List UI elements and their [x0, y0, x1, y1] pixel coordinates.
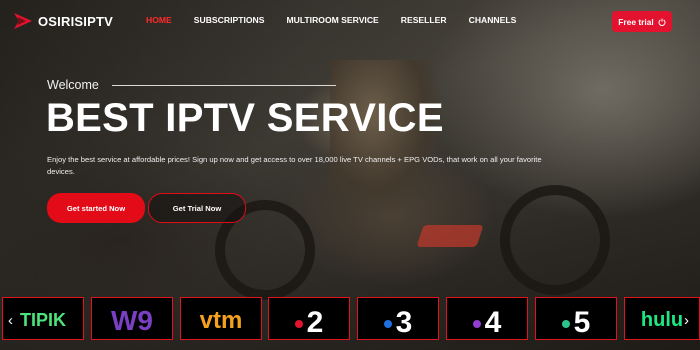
france-3-logo: 3 [384, 306, 413, 337]
svg-text:3: 3 [396, 306, 413, 337]
france-5-logo: 5 [562, 306, 591, 337]
svg-text:2: 2 [307, 306, 324, 337]
hero-description: Enjoy the best service at affordable pri… [47, 155, 542, 176]
nav-item-reseller[interactable]: RESELLER [401, 15, 447, 25]
motorbike-front-wheel [500, 185, 610, 295]
channel-tile-vtm[interactable]: vtm [180, 297, 262, 340]
logo-mark-icon [14, 13, 32, 29]
welcome-text: Welcome [47, 78, 99, 92]
welcome-row: Welcome [47, 78, 336, 92]
w9-logo: W9 [111, 305, 153, 336]
free-trial-button[interactable]: Free trial [612, 11, 672, 32]
chevron-right-icon[interactable]: › [684, 313, 689, 328]
vtm-logo: vtm [200, 307, 243, 334]
nav-item-home[interactable]: HOME [146, 15, 172, 25]
channel-carousel: TIPIK W9 vtm 2 3 4 5 hulu [0, 297, 700, 340]
logo-text: OSIRISIPTV [38, 13, 113, 29]
channel-tile-w9[interactable]: W9 [91, 297, 173, 340]
motorbike-fender [416, 225, 484, 247]
svg-text:W9: W9 [111, 305, 153, 336]
channel-tile-france-2[interactable]: 2 [268, 297, 350, 340]
get-started-button[interactable]: Get started Now [47, 193, 145, 223]
france-4-logo: 4 [473, 306, 502, 337]
channel-tile-france-4[interactable]: 4 [446, 297, 528, 340]
svg-text:hulu: hulu [641, 309, 683, 331]
svg-text:TIPIK: TIPIK [20, 310, 66, 330]
channel-tile-france-3[interactable]: 3 [357, 297, 439, 340]
nav-item-channels[interactable]: CHANNELS [469, 15, 517, 25]
tipik-logo: TIPIK [20, 310, 66, 330]
power-icon [658, 18, 666, 26]
svg-text:5: 5 [574, 306, 591, 337]
free-trial-label: Free trial [618, 16, 654, 27]
svg-text:vtm: vtm [200, 307, 243, 334]
chevron-left-icon[interactable]: ‹ [8, 313, 13, 328]
svg-text:4: 4 [485, 306, 502, 337]
site-logo[interactable]: OSIRISIPTV [12, 8, 142, 34]
channel-tile-france-5[interactable]: 5 [535, 297, 617, 340]
get-trial-button[interactable]: Get Trial Now [148, 193, 246, 223]
nav-item-subscriptions[interactable]: SUBSCRIPTIONS [194, 15, 265, 25]
hero-title: BEST IPTV SERVICE [46, 96, 444, 140]
channel-tile-tipik[interactable]: TIPIK [2, 297, 84, 340]
site-header: OSIRISIPTV HOME SUBSCRIPTIONS MULTIROOM … [0, 0, 700, 46]
welcome-divider [111, 84, 336, 86]
france-2-logo: 2 [295, 306, 324, 337]
nav-item-multiroom-service[interactable]: MULTIROOM SERVICE [286, 15, 378, 25]
main-nav: HOME SUBSCRIPTIONS MULTIROOM SERVICE RES… [146, 15, 538, 25]
